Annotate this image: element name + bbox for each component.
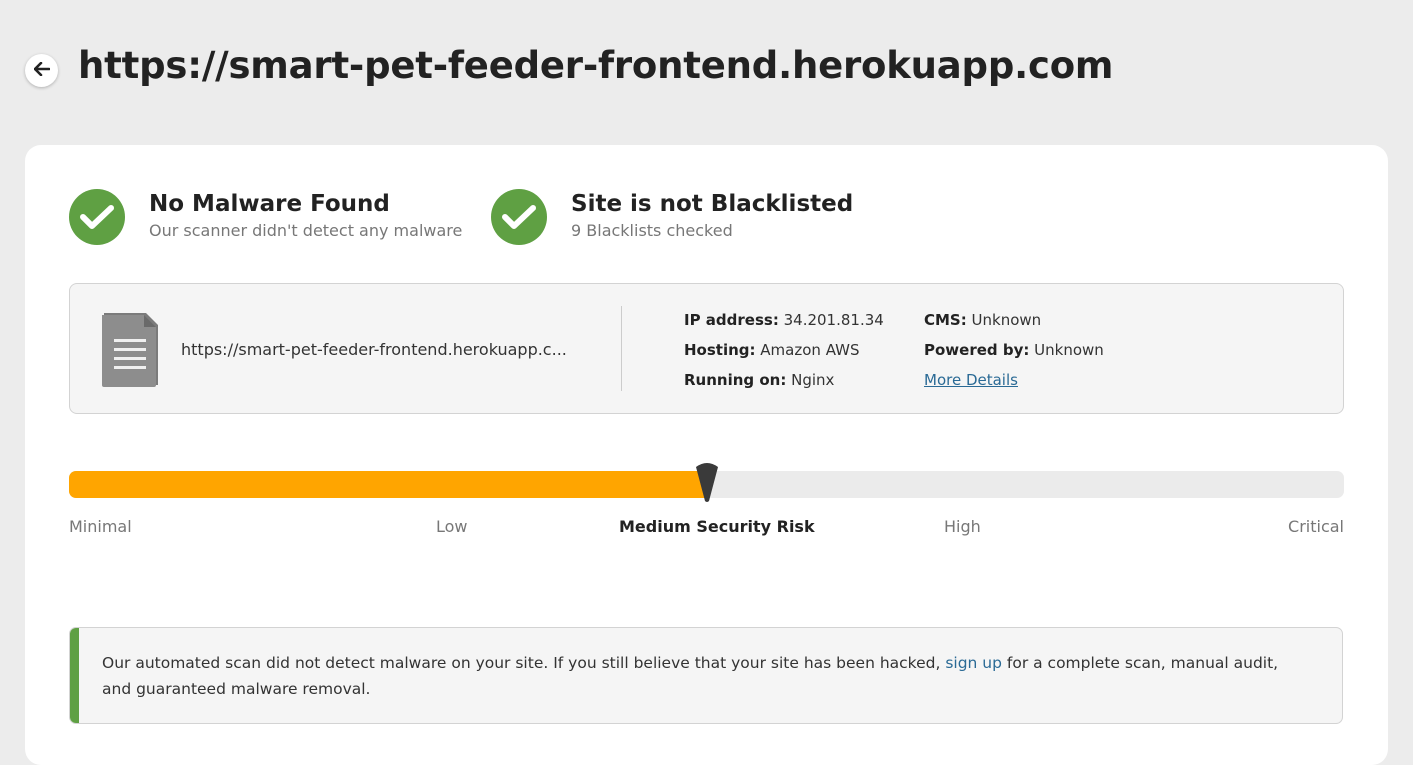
hosting-label: Hosting: bbox=[684, 341, 756, 359]
blacklist-status: Site is not Blacklisted 9 Blacklists che… bbox=[491, 189, 853, 245]
risk-label-high: High bbox=[944, 517, 981, 536]
risk-label-medium: Medium Security Risk bbox=[619, 517, 815, 536]
divider bbox=[621, 306, 622, 391]
blacklist-status-title: Site is not Blacklisted bbox=[571, 191, 854, 217]
running-on-row: Running on: Nginx bbox=[684, 365, 884, 395]
page-title: https://smart-pet-feeder-frontend.heroku… bbox=[78, 44, 1114, 87]
arrow-left-icon bbox=[33, 61, 50, 80]
hosting-row: Hosting: Amazon AWS bbox=[684, 335, 884, 365]
scan-notice: Our automated scan did not detect malwar… bbox=[69, 627, 1343, 724]
cms-label: CMS: bbox=[924, 311, 967, 329]
document-icon bbox=[100, 311, 160, 391]
risk-label-critical: Critical bbox=[1288, 517, 1344, 536]
cms-row: CMS: Unknown bbox=[924, 305, 1104, 335]
checkmark-icon bbox=[69, 189, 125, 245]
risk-needle-icon bbox=[695, 461, 719, 507]
malware-status: No Malware Found Our scanner didn't dete… bbox=[69, 189, 462, 245]
ip-address-row: IP address: 34.201.81.34 bbox=[684, 305, 884, 335]
hosting-value: Amazon AWS bbox=[760, 341, 860, 359]
more-details-link[interactable]: More Details bbox=[924, 371, 1018, 389]
ip-value: 34.201.81.34 bbox=[783, 311, 884, 329]
risk-label-low: Low bbox=[436, 517, 468, 536]
blacklist-status-subtitle: 9 Blacklists checked bbox=[571, 221, 733, 240]
powered-by-row: Powered by: Unknown bbox=[924, 335, 1104, 365]
malware-status-subtitle: Our scanner didn't detect any malware bbox=[149, 221, 463, 240]
risk-meter-fill bbox=[69, 471, 707, 498]
malware-status-title: No Malware Found bbox=[149, 191, 390, 217]
notice-message: Our automated scan did not detect malwar… bbox=[102, 650, 1302, 702]
back-button[interactable] bbox=[25, 54, 58, 87]
risk-labels: Minimal Low Medium Security Risk High Cr… bbox=[69, 517, 1344, 541]
checkmark-icon bbox=[491, 189, 547, 245]
running-on-value: Nginx bbox=[791, 371, 835, 389]
site-info-box: https://smart-pet-feeder-frontend.heroku… bbox=[69, 283, 1344, 414]
powered-by-value: Unknown bbox=[1034, 341, 1104, 359]
server-info: IP address: 34.201.81.34 Hosting: Amazon… bbox=[684, 305, 884, 395]
notice-text: Our automated scan did not detect malwar… bbox=[102, 654, 946, 672]
cms-value: Unknown bbox=[971, 311, 1042, 329]
scan-result-card: No Malware Found Our scanner didn't dete… bbox=[25, 145, 1388, 765]
cms-info: CMS: Unknown Powered by: Unknown More De… bbox=[924, 305, 1104, 395]
sign-up-link[interactable]: sign up bbox=[945, 654, 1002, 672]
site-url: https://smart-pet-feeder-frontend.heroku… bbox=[181, 340, 567, 359]
powered-by-label: Powered by: bbox=[924, 341, 1030, 359]
risk-label-minimal: Minimal bbox=[69, 517, 132, 536]
running-on-label: Running on: bbox=[684, 371, 787, 389]
notice-accent-bar bbox=[70, 628, 79, 723]
ip-label: IP address: bbox=[684, 311, 779, 329]
